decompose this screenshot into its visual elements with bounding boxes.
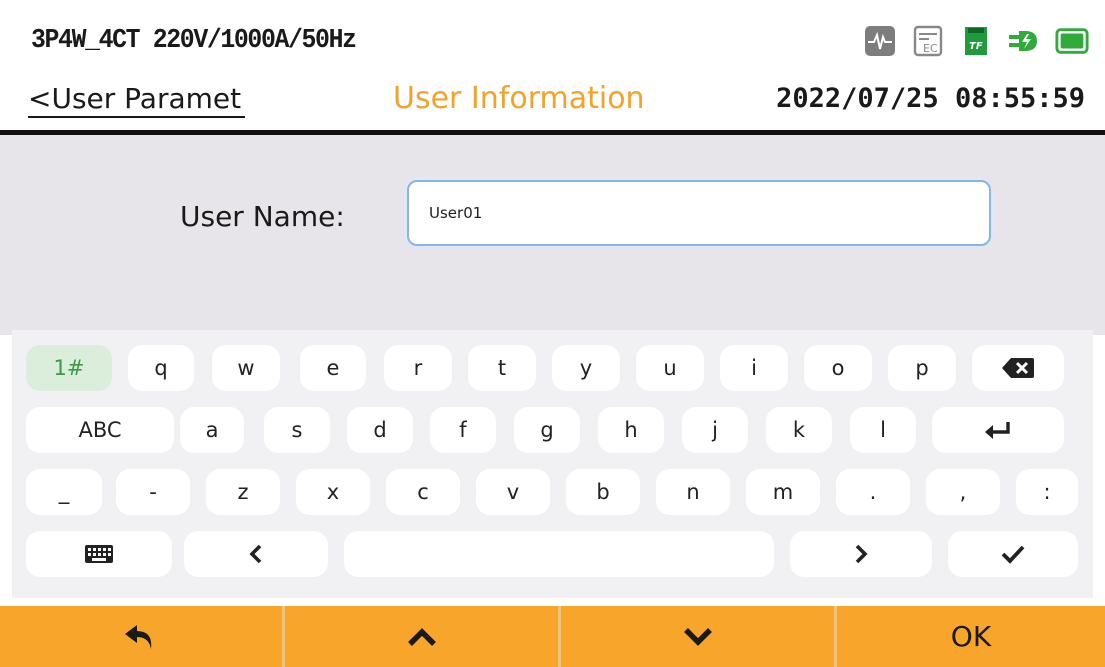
up-button[interactable]	[285, 606, 558, 667]
keyboard-icon	[85, 545, 113, 563]
chevron-left-icon	[249, 544, 262, 564]
user-name-label: User Name:	[180, 200, 345, 233]
user-name-input[interactable]: User01	[407, 180, 991, 246]
status-icons: EC TF	[863, 24, 1089, 58]
ok-button[interactable]: OK	[837, 606, 1105, 667]
key-cursor-left[interactable]	[184, 531, 328, 577]
back-button[interactable]	[0, 606, 282, 667]
chevron-down-icon	[683, 627, 712, 646]
key-f[interactable]: f	[430, 407, 496, 453]
key-b[interactable]: b	[566, 469, 640, 515]
datetime: 2022/07/25 08:55:59	[776, 83, 1085, 114]
key-g[interactable]: g	[514, 407, 580, 453]
key-h[interactable]: h	[598, 407, 664, 453]
key-y[interactable]: y	[552, 345, 620, 391]
report-icon: EC	[911, 24, 945, 58]
svg-text:TF: TF	[969, 41, 983, 52]
key-e[interactable]: e	[300, 345, 366, 391]
key-x[interactable]: x	[296, 469, 370, 515]
chevron-up-icon	[407, 627, 436, 646]
key-n[interactable]: n	[656, 469, 730, 515]
key-c[interactable]: c	[386, 469, 460, 515]
svg-text:EC: EC	[923, 42, 938, 55]
key-comma[interactable]: ,	[926, 469, 1000, 515]
key-underscore[interactable]: _	[26, 469, 102, 515]
key-o[interactable]: o	[804, 345, 872, 391]
key-hyphen[interactable]: -	[116, 469, 190, 515]
on-screen-keyboard: 1# q w e r t y u i o p ABC a s d f g h j…	[12, 330, 1093, 598]
down-button[interactable]	[561, 606, 834, 667]
key-r[interactable]: r	[384, 345, 452, 391]
key-cursor-right[interactable]	[790, 531, 932, 577]
key-backspace[interactable]	[972, 345, 1064, 391]
status-header: 3P4W_4CT 220V/1000A/50Hz EC TF <User Par…	[0, 0, 1105, 136]
key-s[interactable]: s	[264, 407, 330, 453]
key-u[interactable]: u	[636, 345, 704, 391]
key-l[interactable]: l	[850, 407, 916, 453]
key-colon[interactable]: :	[1016, 469, 1078, 515]
key-hide-keyboard[interactable]	[26, 531, 172, 577]
key-symbols-mode[interactable]: 1#	[26, 345, 112, 391]
enter-icon	[985, 422, 1010, 439]
wiring-config-text: 3P4W_4CT 220V/1000A/50Hz	[31, 26, 357, 56]
key-d[interactable]: d	[347, 407, 413, 453]
key-v[interactable]: v	[476, 469, 550, 515]
key-k[interactable]: k	[766, 407, 832, 453]
key-period[interactable]: .	[836, 469, 910, 515]
waveform-icon	[863, 24, 897, 58]
back-link[interactable]: <User Paramet	[28, 82, 246, 118]
return-arrow-icon	[125, 624, 152, 649]
power-plug-icon	[1007, 24, 1041, 58]
tf-card-icon: TF	[959, 24, 993, 58]
key-q[interactable]: q	[128, 345, 194, 391]
bottom-toolbar: OK	[0, 606, 1105, 667]
key-enter[interactable]	[932, 407, 1064, 453]
key-m[interactable]: m	[746, 469, 820, 515]
key-confirm[interactable]	[948, 531, 1078, 577]
key-p[interactable]: p	[888, 345, 956, 391]
page-title: User Information	[393, 81, 645, 116]
key-t[interactable]: t	[468, 345, 536, 391]
key-a[interactable]: a	[180, 407, 244, 453]
check-icon	[1001, 545, 1025, 564]
key-i[interactable]: i	[720, 345, 788, 391]
battery-icon	[1055, 24, 1089, 58]
key-j[interactable]: j	[682, 407, 748, 453]
backspace-icon	[1002, 358, 1034, 378]
key-w[interactable]: w	[212, 345, 280, 391]
key-alpha-mode[interactable]: ABC	[26, 407, 174, 453]
key-z[interactable]: z	[206, 469, 280, 515]
chevron-right-icon	[855, 544, 868, 564]
key-space[interactable]	[344, 531, 774, 577]
